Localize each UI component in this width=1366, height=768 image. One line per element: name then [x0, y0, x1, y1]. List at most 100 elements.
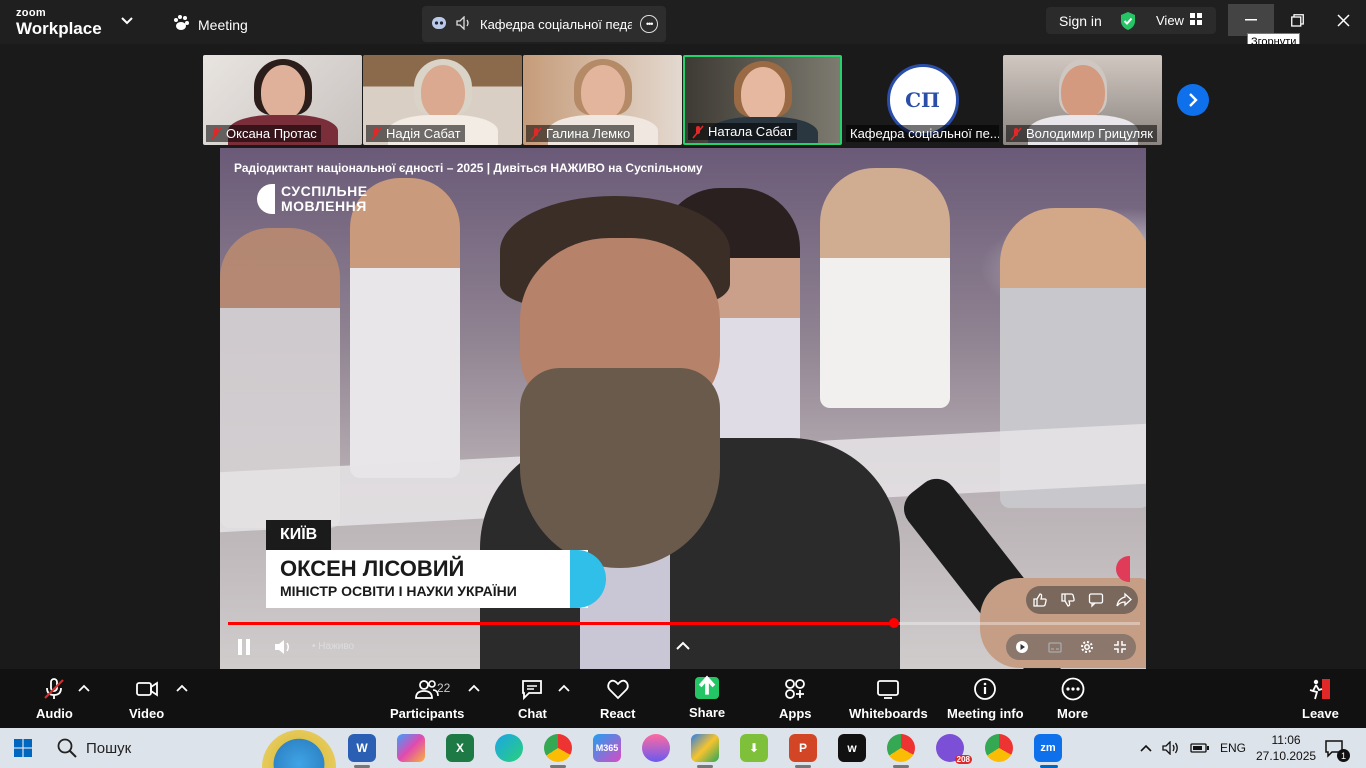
chrome-browser-icon[interactable]: [544, 734, 572, 762]
next-page-button[interactable]: [1177, 84, 1209, 116]
thumbs-up-icon[interactable]: [1032, 592, 1048, 608]
view-button[interactable]: View: [1156, 13, 1202, 28]
chevron-up-icon[interactable]: [1140, 743, 1152, 753]
share-button[interactable]: Share: [689, 674, 725, 720]
apps-icon: [785, 679, 806, 699]
volume-icon[interactable]: [1162, 741, 1180, 755]
participant-tile[interactable]: Галина Лемко: [523, 55, 682, 145]
whiteboards-button[interactable]: Whiteboards: [849, 677, 928, 721]
leave-button[interactable]: Leave: [1302, 677, 1339, 721]
close-window-button[interactable]: [1320, 4, 1366, 36]
participants-count: 22: [437, 681, 451, 695]
chrome-profile-icon[interactable]: [887, 734, 915, 762]
video-progress-knob[interactable]: [888, 618, 899, 628]
video-reactions-bar: [1026, 586, 1138, 614]
pause-icon[interactable]: [236, 638, 252, 656]
comment-icon[interactable]: [1088, 592, 1104, 608]
meeting-info-button[interactable]: Meeting info: [947, 677, 1024, 721]
player-controls: • Наживо: [220, 632, 1146, 662]
participant-tile[interactable]: СП Кафедра соціальної пе...: [843, 55, 1002, 145]
speaker-icon: [456, 14, 472, 33]
chevron-up-icon[interactable]: [176, 683, 188, 693]
video-button[interactable]: Video: [129, 677, 164, 721]
participant-name-bar: Галина Лемко: [526, 125, 635, 142]
react-button[interactable]: React: [600, 677, 635, 721]
minimize-button[interactable]: [1228, 4, 1274, 36]
sign-in-button[interactable]: Sign in: [1046, 13, 1116, 29]
meeting-tab[interactable]: Кафедра соціальної педагогіки •••: [422, 6, 666, 42]
participant-tile[interactable]: Володимир Грицуляк: [1003, 55, 1162, 145]
notifications-button[interactable]: 1: [1324, 738, 1350, 762]
meeting-menu[interactable]: Meeting: [172, 14, 248, 35]
mic-muted-icon: [530, 126, 542, 141]
meeting-toolbar: Audio Video Participants 22 Chat React S: [0, 669, 1366, 728]
participants-label: Participants: [390, 706, 465, 721]
shared-screen-video[interactable]: Радіодиктант національної єдності – 2025…: [220, 148, 1146, 669]
chevron-up-icon[interactable]: [78, 683, 90, 693]
windows-start-icon[interactable]: [14, 739, 32, 757]
participant-tile-active-speaker[interactable]: Натала Сабат: [683, 55, 842, 145]
search-icon: [57, 738, 77, 758]
settings-gear-icon[interactable]: [1080, 640, 1094, 654]
heart-icon: [607, 679, 629, 700]
viber-app-icon[interactable]: 208: [936, 734, 972, 764]
chrome-second-profile-icon[interactable]: [985, 734, 1013, 762]
chevron-down-icon[interactable]: [121, 14, 133, 28]
keyboard-language[interactable]: ENG: [1220, 741, 1246, 755]
apps-button[interactable]: Apps: [779, 677, 812, 721]
whiteboard-icon: [877, 680, 900, 699]
edge-browser-icon[interactable]: [495, 734, 523, 762]
speaker-lower-third: ОКСЕН ЛІСОВИЙ МІНІСТР ОСВІТИ І НАУКИ УКР…: [266, 550, 606, 608]
chevron-up-icon[interactable]: [675, 639, 691, 653]
avatar-logo-text: СП: [905, 88, 940, 112]
subtitles-icon[interactable]: [1048, 640, 1062, 654]
download-app-icon[interactable]: ⬇: [740, 734, 768, 762]
microsoft-365-app-icon[interactable]: M365: [593, 734, 621, 762]
share-arrow-icon[interactable]: [1116, 592, 1132, 608]
battery-icon[interactable]: [1190, 742, 1210, 754]
tile-face: [260, 65, 305, 119]
exit-fullscreen-icon[interactable]: [1113, 640, 1127, 654]
taskbar-clock[interactable]: 11:06 27.10.2025: [1256, 732, 1316, 764]
shield-check-icon[interactable]: [1118, 11, 1138, 31]
participant-name: Володимир Грицуляк: [1026, 126, 1153, 141]
paw-icon: [172, 14, 190, 35]
word-app-icon[interactable]: W: [348, 734, 376, 762]
copilot-app-icon[interactable]: [397, 734, 425, 762]
more-button[interactable]: More: [1057, 677, 1088, 721]
thumbs-down-icon[interactable]: [1060, 592, 1076, 608]
zoom-app-icon[interactable]: zm: [1034, 734, 1062, 762]
autoplay-icon[interactable]: [1015, 640, 1029, 654]
excel-app-icon[interactable]: X: [446, 734, 474, 762]
participant-name: Надія Сабат: [386, 126, 461, 141]
powerpoint-app-icon[interactable]: P: [789, 734, 817, 762]
video-title[interactable]: Радіодиктант національної єдності – 2025…: [234, 161, 703, 175]
more-options-icon[interactable]: •••: [640, 15, 658, 33]
speaker-beard: [520, 368, 720, 568]
volume-icon[interactable]: [274, 639, 292, 655]
minimize-icon: [1245, 19, 1257, 21]
meeting-menu-label: Meeting: [198, 16, 248, 33]
wiki-app-icon[interactable]: w: [838, 734, 866, 762]
chevron-up-icon[interactable]: [558, 683, 570, 693]
share-screen-icon: [695, 674, 720, 699]
logo-bottom-text: Workplace: [16, 19, 102, 38]
mic-muted-icon: [210, 126, 222, 141]
chat-button[interactable]: Chat: [518, 677, 547, 721]
video-progress-bar[interactable]: [228, 618, 1140, 628]
video-camera-icon: [135, 681, 158, 697]
broadcaster-mark-icon: [257, 184, 275, 214]
participant-tile[interactable]: Надія Сабат: [363, 55, 522, 145]
broadcaster-line2: МОВЛЕННЯ: [281, 198, 367, 214]
restore-button[interactable]: [1274, 4, 1320, 36]
participants-button[interactable]: Participants: [390, 677, 464, 721]
drop-app-icon[interactable]: [642, 734, 670, 762]
clock-date: 27.10.2025: [1256, 749, 1317, 763]
participant-tile[interactable]: Оксана Протас: [203, 55, 362, 145]
audio-button[interactable]: Audio: [36, 677, 73, 721]
google-drive-icon[interactable]: [691, 734, 719, 762]
live-indicator[interactable]: • Наживо: [312, 641, 354, 652]
chevron-up-icon[interactable]: [468, 683, 480, 693]
notification-count: 1: [1337, 749, 1350, 762]
zoom-workplace-logo[interactable]: zoom Workplace: [16, 8, 102, 38]
